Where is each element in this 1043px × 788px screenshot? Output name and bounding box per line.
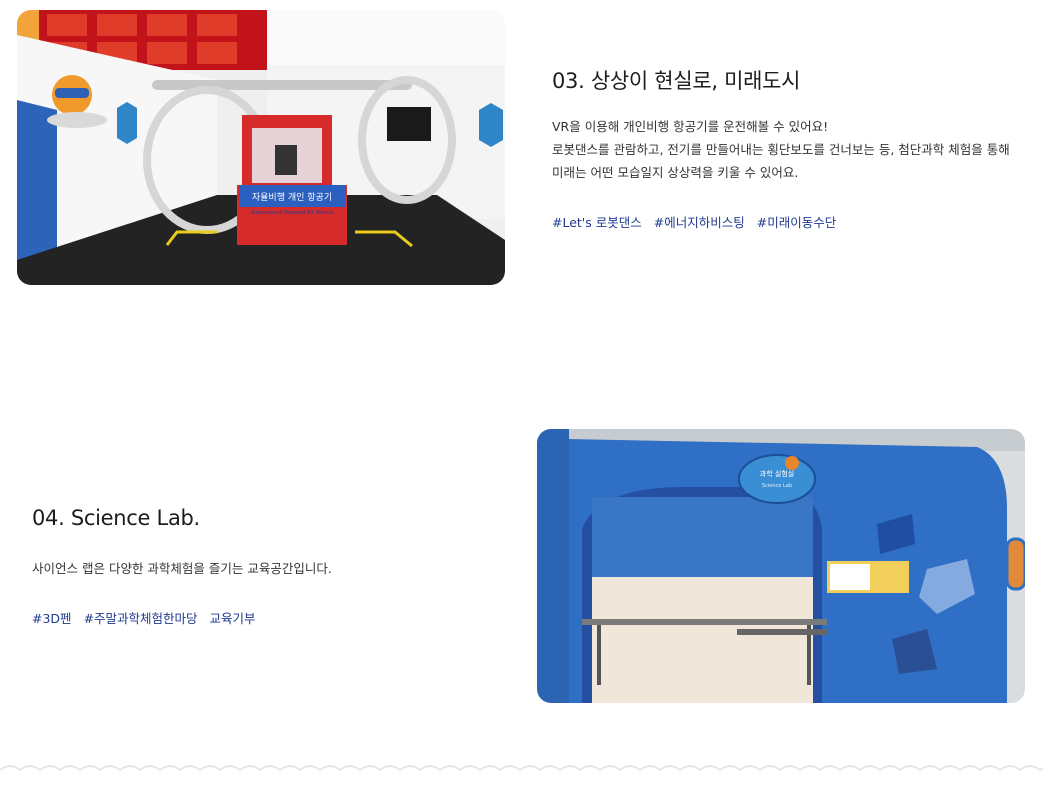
tag-3d-pen[interactable]: #3D펜 xyxy=(32,608,72,627)
tag-weekend-science[interactable]: #주말과학체험한마당 xyxy=(84,608,198,627)
booth-sign-text: 자율비행 개인 항공기 xyxy=(252,191,332,203)
tag-education-donation[interactable]: 교육기부 xyxy=(210,608,256,627)
lab-sign-subtext: Science Lab xyxy=(762,483,792,489)
booth-sign-subtext: Autonomous Personal Air Vehicle xyxy=(251,210,333,216)
section-04-tags: #3D펜 #주말과학체험한마당 교육기부 xyxy=(32,608,256,627)
section-04-description: 사이언스 랩은 다양한 과학체험을 즐기는 교육공간입니다. xyxy=(32,557,332,580)
section-04-desc-line: 사이언스 랩은 다양한 과학체험을 즐기는 교육공간입니다. xyxy=(32,561,332,576)
science-lab-photo: 과학 실험실 Science Lab xyxy=(537,429,1025,703)
section-03-desc-line: 미래는 어떤 모습일지 상상력을 키울 수 있어요. xyxy=(552,165,799,180)
tag-energy-harvesting[interactable]: #에너지하비스팅 xyxy=(654,212,745,231)
tag-robot-dance[interactable]: #Let's 로봇댄스 xyxy=(552,212,642,231)
section-03-tags: #Let's 로봇댄스 #에너지하비스팅 #미래이동수단 xyxy=(552,212,836,231)
wave-divider xyxy=(0,765,1043,772)
section-03-description: VR을 이용해 개인비행 항공기를 운전해볼 수 있어요! 로봇댄스를 관람하고… xyxy=(552,115,1010,184)
section-04-title: 04. Science Lab. xyxy=(32,506,200,530)
section-03-title: 03. 상상이 현실로, 미래도시 xyxy=(552,69,801,93)
future-city-photo: 자율비행 개인 항공기 Autonomous Personal Air Vehi… xyxy=(17,10,505,285)
lab-sign-text: 과학 실험실 xyxy=(760,469,794,478)
section-03-desc-line: VR을 이용해 개인비행 항공기를 운전해볼 수 있어요! xyxy=(552,119,829,134)
tag-future-mobility[interactable]: #미래이동수단 xyxy=(757,212,836,231)
section-03-desc-line: 로봇댄스를 관람하고, 전기를 만들어내는 횡단보도를 건너보는 등, 첨단과학… xyxy=(552,142,1010,157)
